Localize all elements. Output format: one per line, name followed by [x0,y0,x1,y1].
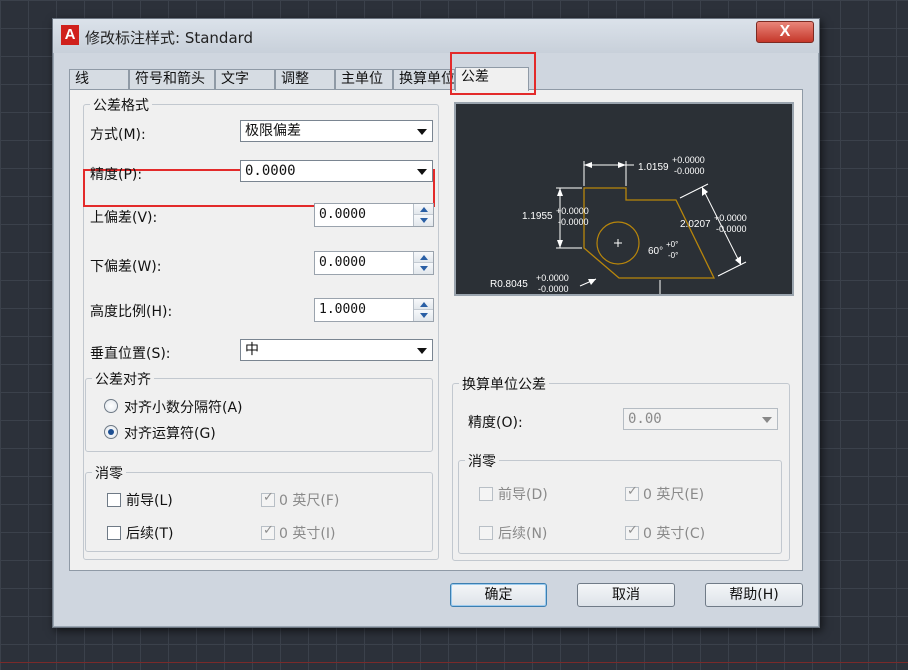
tolerances-panel: 公差格式 方式(M): 极限偏差 精度(P): 0.0000 上偏差(V): 0… [69,89,803,571]
spin-up-icon[interactable] [414,299,433,310]
method-select[interactable]: 极限偏差 [240,120,433,142]
upper-value-stepper[interactable]: 0.0000 [314,203,434,227]
lower-value-label: 下偏差(W): [90,259,162,275]
upper-value-label: 上偏差(V): [90,210,158,226]
tab-text[interactable]: 文字 [215,69,275,89]
chevron-down-icon [762,417,772,423]
lower-value: 0.0000 [319,255,366,270]
tolerance-alignment-group-title: 公差对齐 [92,369,154,389]
preview-dim-top: 1.0159 [638,162,669,173]
title-bar[interactable]: A 修改标注样式: Standard X [53,19,819,53]
zero-suppression-group-title: 消零 [92,463,126,483]
angle-tolerance-minus: -0° [668,251,678,260]
alternate-unit-tolerance-title: 换算单位公差 [459,374,549,394]
alt-leading-checkbox[interactable] [479,487,493,501]
trailing-label[interactable]: 后续(T) [126,523,173,543]
alt-zero-inches-checkbox[interactable] [625,523,639,540]
scaling-height-value: 1.0000 [319,302,366,317]
tab-highlight-box [450,52,536,95]
alt-leading-label: 前导(D) [498,487,548,503]
alt-trailing-checkbox[interactable] [479,526,493,540]
ok-button[interactable]: 确定 [450,583,547,607]
zero-feet-label: 0 英尺(F) [279,493,340,509]
tolerance-minus: -0.0000 [674,166,705,176]
preview-radius: R0.8045 [490,279,528,290]
tolerance-plus: +0.0000 [714,213,747,223]
precision-select[interactable]: 0.0000 [240,160,433,182]
chevron-down-icon [417,348,427,354]
method-value: 极限偏差 [245,123,301,139]
help-button[interactable]: 帮助(H) [705,583,803,607]
precision-value: 0.0000 [245,163,296,179]
precision-label: 精度(P): [90,167,143,183]
vertical-position-select[interactable]: 中 [240,339,433,361]
alt-zero-feet-label: 0 英尺(E) [643,487,705,503]
spin-down-icon[interactable] [414,310,433,321]
scaling-height-stepper[interactable]: 1.0000 [314,298,434,322]
alt-zero-suppression-title: 消零 [465,451,499,471]
preview-pane: +0.0000 -0.0000 1.0159 1.1955 +0.0000 -0… [454,102,794,296]
tolerance-plus: +0.0000 [536,273,569,283]
tab-alternate-units[interactable]: 换算单位 [393,69,455,89]
alt-precision-label: 精度(O): [468,415,523,431]
tolerance-minus: -0.0000 [716,224,747,234]
scaling-height-label: 高度比例(H): [90,304,173,320]
autocad-logo-icon: A [61,25,79,45]
alt-precision-value: 0.00 [628,411,662,427]
vertical-position-value: 中 [245,342,259,358]
trailing-checkbox[interactable] [107,526,121,540]
spin-up-icon[interactable] [414,204,433,215]
modify-dimension-style-dialog: A 修改标注样式: Standard X 线 符号和箭头 文字 调整 主单位 换… [52,18,820,628]
tolerance-minus: -0.0000 [538,284,569,294]
align-operator-radio[interactable] [104,425,118,439]
upper-value: 0.0000 [319,207,366,222]
part-outline [583,187,716,279]
vertical-position-label: 垂直位置(S): [90,346,171,362]
tab-primary-units[interactable]: 主单位 [335,69,393,89]
tolerance-minus: -0.0000 [558,217,589,227]
spin-up-icon[interactable] [414,252,433,263]
preview-dim-left: 1.1955 [522,211,553,222]
upper-value-spin-buttons [413,204,433,226]
angle-tolerance-plus: +0° [666,240,678,249]
dimension-preview-drawing: +0.0000 -0.0000 1.0159 1.1955 +0.0000 -0… [490,155,747,294]
leading-checkbox[interactable] [107,493,121,507]
cancel-button[interactable]: 取消 [577,583,675,607]
chevron-down-icon [417,129,427,135]
alt-zero-feet-checkbox[interactable] [625,484,639,501]
zero-inches-checkbox[interactable] [261,523,275,540]
lower-value-stepper[interactable]: 0.0000 [314,251,434,275]
dialog-title: 修改标注样式: Standard [85,29,254,47]
leading-label[interactable]: 前导(L) [126,490,173,510]
alt-trailing-label: 后续(N) [498,526,548,542]
tab-lines[interactable]: 线 [69,69,129,89]
zero-feet-checkbox[interactable] [261,490,275,507]
method-label: 方式(M): [90,127,146,143]
tolerance-plus: +0.0000 [556,206,589,216]
preview-dim-right: 2.0207 [680,219,711,230]
spin-down-icon[interactable] [414,215,433,226]
axis-line [0,662,908,663]
align-operator-label[interactable]: 对齐运算符(G) [124,423,216,443]
tolerance-format-group-title: 公差格式 [90,95,152,115]
spin-down-icon[interactable] [414,263,433,274]
zero-inches-label: 0 英寸(I) [279,526,336,542]
lower-value-spin-buttons [413,252,433,274]
alt-precision-select[interactable]: 0.00 [623,408,778,430]
preview-angle: 60° [648,246,663,257]
align-decimal-label[interactable]: 对齐小数分隔符(A) [124,397,243,417]
align-decimal-radio[interactable] [104,399,118,413]
tolerance-plus: +0.0000 [672,155,705,165]
scaling-height-spin-buttons [413,299,433,321]
close-button[interactable]: X [756,21,814,43]
tab-fit[interactable]: 调整 [275,69,335,89]
chevron-down-icon [417,169,427,175]
alt-zero-inches-label: 0 英寸(C) [643,526,706,542]
tab-symbols-arrows[interactable]: 符号和箭头 [129,69,215,89]
